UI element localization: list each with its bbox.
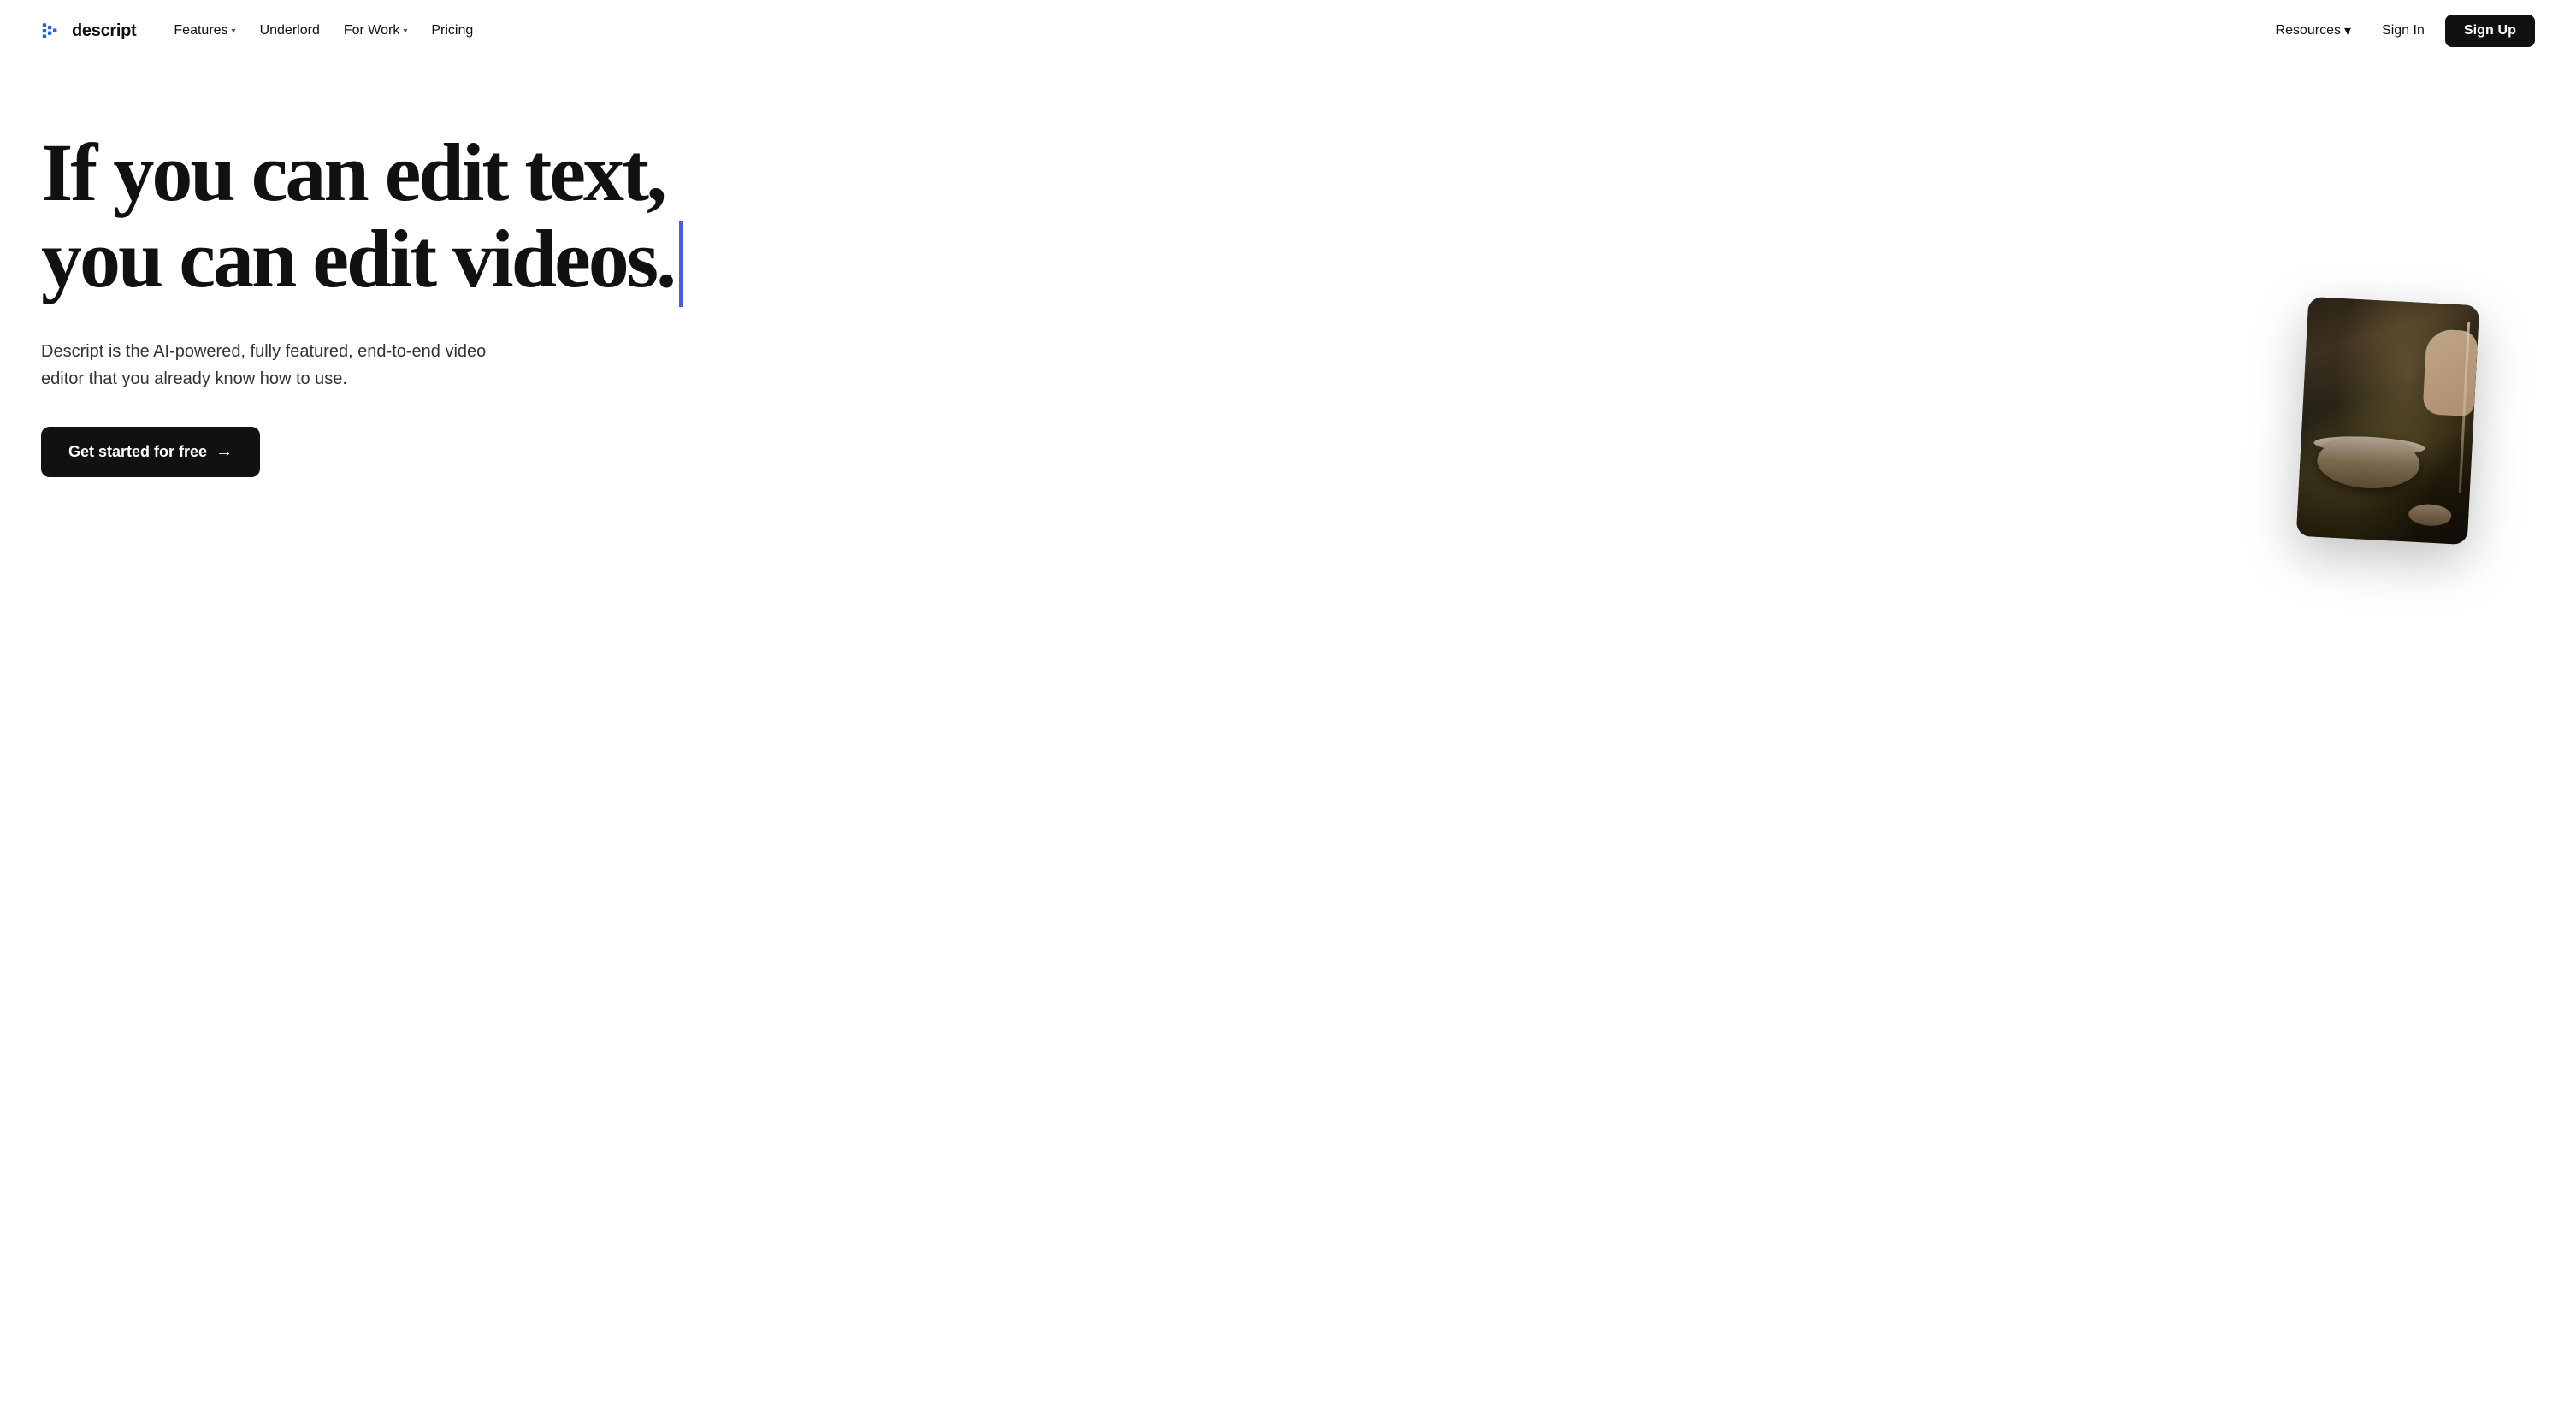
logo-text: descript: [72, 21, 136, 41]
cta-button[interactable]: Get started for free →: [41, 427, 260, 477]
nav-link-pricing[interactable]: Pricing: [421, 16, 483, 45]
nav-link-pricing-label: Pricing: [431, 23, 473, 38]
hand-visual: [2422, 328, 2478, 416]
sign-up-button[interactable]: Sign Up: [2445, 15, 2535, 47]
logo-link[interactable]: descript: [41, 19, 136, 43]
descript-logo-icon: [41, 19, 65, 43]
logo-svg: [41, 19, 65, 43]
hero-subtext: Descript is the AI-powered, fully featur…: [41, 338, 520, 393]
nav-link-underlord-label: Underlord: [260, 23, 320, 38]
nav-link-resources[interactable]: Resources ▾: [2266, 15, 2362, 46]
hero-visual-inner: [2296, 297, 2479, 545]
arrow-icon: →: [216, 442, 233, 462]
hero-headline: If you can edit text, you can edit video…: [41, 130, 811, 310]
text-cursor: [679, 221, 683, 307]
nav-links: Features ▾ Underlord For Work ▾ Pricing: [163, 16, 483, 45]
cta-label: Get started for free: [68, 443, 207, 461]
hero-video-thumbnail: [2296, 297, 2479, 545]
small-bowl-visual: [2408, 503, 2452, 527]
hero-section: If you can edit text, you can edit video…: [0, 62, 2576, 1423]
nav-link-features-label: Features: [174, 23, 227, 38]
nav-link-for-work[interactable]: For Work ▾: [334, 16, 418, 45]
hero-content: If you can edit text, you can edit video…: [41, 130, 811, 477]
hero-headline-line2: you can edit videos.: [41, 213, 674, 304]
resources-label: Resources: [2276, 23, 2341, 38]
chevron-down-icon: ▾: [2344, 22, 2351, 39]
nav-link-for-work-label: For Work: [344, 23, 399, 38]
nav-left: descript Features ▾ Underlord For Work ▾…: [41, 16, 483, 45]
nav-link-features[interactable]: Features ▾: [163, 16, 245, 45]
nav-link-underlord[interactable]: Underlord: [250, 16, 330, 45]
sign-in-button[interactable]: Sign In: [2368, 16, 2438, 45]
hero-headline-line1: If you can edit text,: [41, 127, 665, 218]
navbar: descript Features ▾ Underlord For Work ▾…: [0, 0, 2576, 62]
nav-right: Resources ▾ Sign In Sign Up: [2266, 15, 2535, 47]
chevron-down-icon: ▾: [232, 27, 236, 36]
chevron-down-icon: ▾: [403, 27, 407, 36]
